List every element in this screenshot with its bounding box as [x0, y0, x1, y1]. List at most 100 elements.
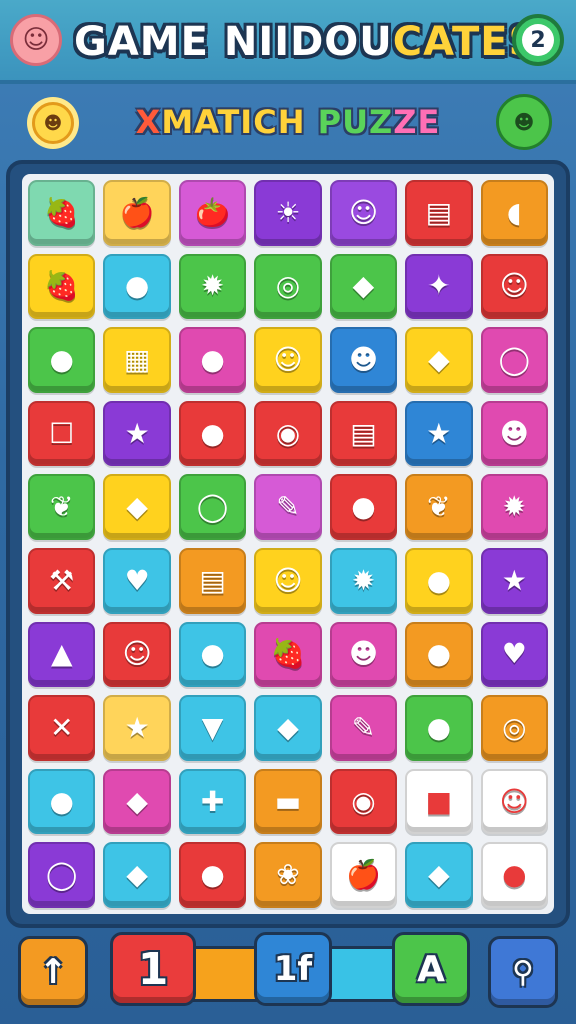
board-tile[interactable]: ✹: [178, 253, 247, 320]
board-tile[interactable]: ✹: [329, 547, 398, 614]
board-tile[interactable]: 🍅: [178, 180, 247, 246]
board-tile[interactable]: ▤: [329, 400, 398, 467]
board-tile[interactable]: ♥: [103, 547, 171, 614]
board-tile[interactable]: ◯: [28, 842, 96, 908]
sun-face-icon: ☀: [275, 195, 301, 229]
board-tile[interactable]: ☐: [28, 400, 96, 467]
board-tile[interactable]: 🍓: [254, 621, 322, 688]
pear-icon: ●: [426, 710, 452, 744]
apple-icon: 🍎: [345, 858, 381, 892]
board-tile[interactable]: ▤: [405, 180, 473, 246]
star-icon: ★: [124, 416, 150, 450]
lemon-icon: ◆: [428, 342, 450, 376]
cat-face-icon: ☺: [273, 342, 303, 376]
board-tile[interactable]: ❦: [405, 474, 473, 540]
board-tile[interactable]: ★: [103, 695, 171, 761]
board-tile[interactable]: ◎: [480, 695, 548, 761]
board-tile[interactable]: ◉: [254, 400, 322, 467]
board-tile[interactable]: ●: [178, 327, 247, 393]
board-tile[interactable]: ◯: [480, 327, 548, 393]
board-tile[interactable]: ◆: [103, 474, 171, 540]
gem-icon: ◆: [126, 490, 148, 524]
board-tile[interactable]: ◆: [254, 695, 322, 761]
booster-button[interactable]: 1f: [254, 932, 332, 1006]
arrow-up-button[interactable]: ↑: [18, 936, 88, 1008]
brush-icon: ▼: [201, 710, 224, 744]
board-tile[interactable]: ▤: [178, 547, 247, 614]
board-tile[interactable]: ◆: [103, 842, 171, 908]
pencil-icon: ✎: [351, 710, 376, 744]
board-tile[interactable]: ✚: [178, 768, 247, 835]
board-tile[interactable]: ☺: [480, 768, 548, 835]
board-tile[interactable]: ◆: [405, 327, 473, 393]
board-tile[interactable]: ●: [28, 327, 96, 393]
green-drop-icon: ●: [502, 858, 527, 892]
board-tile[interactable]: ☺: [329, 180, 398, 246]
ring-icon: ◯: [196, 490, 229, 524]
yellow-blob-icon: ☻: [348, 637, 379, 671]
board-tile[interactable]: ●: [103, 253, 171, 320]
ring-icon: ◯: [498, 342, 530, 376]
board-tile[interactable]: 🍎: [329, 842, 398, 908]
green-leaf-icon: ◆: [126, 784, 148, 818]
board-tile[interactable]: ☀: [254, 180, 322, 246]
board-tile[interactable]: ☺: [103, 621, 171, 688]
magnifier-button[interactable]: ⚲: [488, 936, 558, 1008]
board-tile[interactable]: ●: [178, 621, 247, 688]
board-tile[interactable]: 🍓: [28, 180, 96, 246]
board-tile[interactable]: ☺: [480, 253, 548, 320]
board-tile[interactable]: ▬: [254, 768, 322, 835]
board-tile[interactable]: ●: [405, 695, 473, 761]
board-tile[interactable]: ●: [28, 768, 96, 835]
one-button[interactable]: 1: [110, 932, 196, 1006]
board-tile[interactable]: ●: [405, 547, 473, 614]
board-tile[interactable]: ⚒: [28, 547, 96, 614]
board-tile[interactable]: ★: [480, 547, 548, 614]
board-tile[interactable]: ♥: [480, 621, 548, 688]
plum-icon: ●: [49, 342, 74, 376]
board-tile[interactable]: ✎: [254, 474, 322, 540]
plum-icon: ●: [49, 784, 74, 818]
board-tile[interactable]: ❦: [28, 474, 96, 540]
board-tile[interactable]: ★: [103, 400, 171, 467]
board-tile[interactable]: ●: [405, 621, 473, 688]
board-tile[interactable]: ☻: [329, 327, 398, 393]
board-tile[interactable]: ●: [178, 842, 247, 908]
board-tile[interactable]: ▲: [28, 621, 96, 688]
board-tile[interactable]: ◖: [480, 180, 548, 246]
board-tile[interactable]: ■: [405, 768, 473, 835]
board-tile[interactable]: ◯: [178, 474, 247, 540]
board-tile[interactable]: ☻: [480, 400, 548, 467]
fish-icon: ◆: [126, 858, 148, 892]
board-tile[interactable]: ✹: [480, 474, 548, 540]
board-tile[interactable]: ❀: [254, 842, 322, 908]
board-tile[interactable]: ▼: [178, 695, 247, 761]
board-tile[interactable]: ●: [329, 474, 398, 540]
red-cube-icon: ■: [425, 784, 453, 818]
board-tile[interactable]: ✦: [405, 253, 473, 320]
board-tile[interactable]: ◆: [103, 768, 171, 835]
board-tile[interactable]: ●: [480, 842, 548, 908]
cat-face-icon: ☺: [499, 269, 529, 303]
board-tile[interactable]: ✎: [329, 695, 398, 761]
board-tile[interactable]: 🍎: [103, 180, 171, 246]
board-tile[interactable]: ◎: [254, 253, 322, 320]
board-tile[interactable]: ☻: [329, 621, 398, 688]
green-apple-icon: ●: [200, 416, 225, 450]
ring-icon: ◯: [46, 858, 78, 892]
board-tile[interactable]: 🍓: [28, 253, 96, 320]
board-tile[interactable]: ◉: [329, 768, 398, 835]
board-tile[interactable]: ●: [178, 400, 247, 467]
board-tile[interactable]: ◆: [405, 842, 473, 908]
level-badge[interactable]: 2: [512, 14, 564, 66]
board-tile[interactable]: ▦: [103, 327, 171, 393]
lemon-icon: ◆: [352, 269, 375, 303]
board-tile[interactable]: ✕: [28, 695, 96, 761]
a-button[interactable]: A: [392, 932, 470, 1006]
board-tile[interactable]: ☺: [254, 327, 322, 393]
board-tile[interactable]: ☺: [254, 547, 322, 614]
slot-icon: ▤: [350, 416, 377, 450]
board-tile[interactable]: ◆: [329, 253, 398, 320]
board-tile[interactable]: ★: [405, 400, 473, 467]
cat-face-icon: ☺: [273, 563, 303, 597]
